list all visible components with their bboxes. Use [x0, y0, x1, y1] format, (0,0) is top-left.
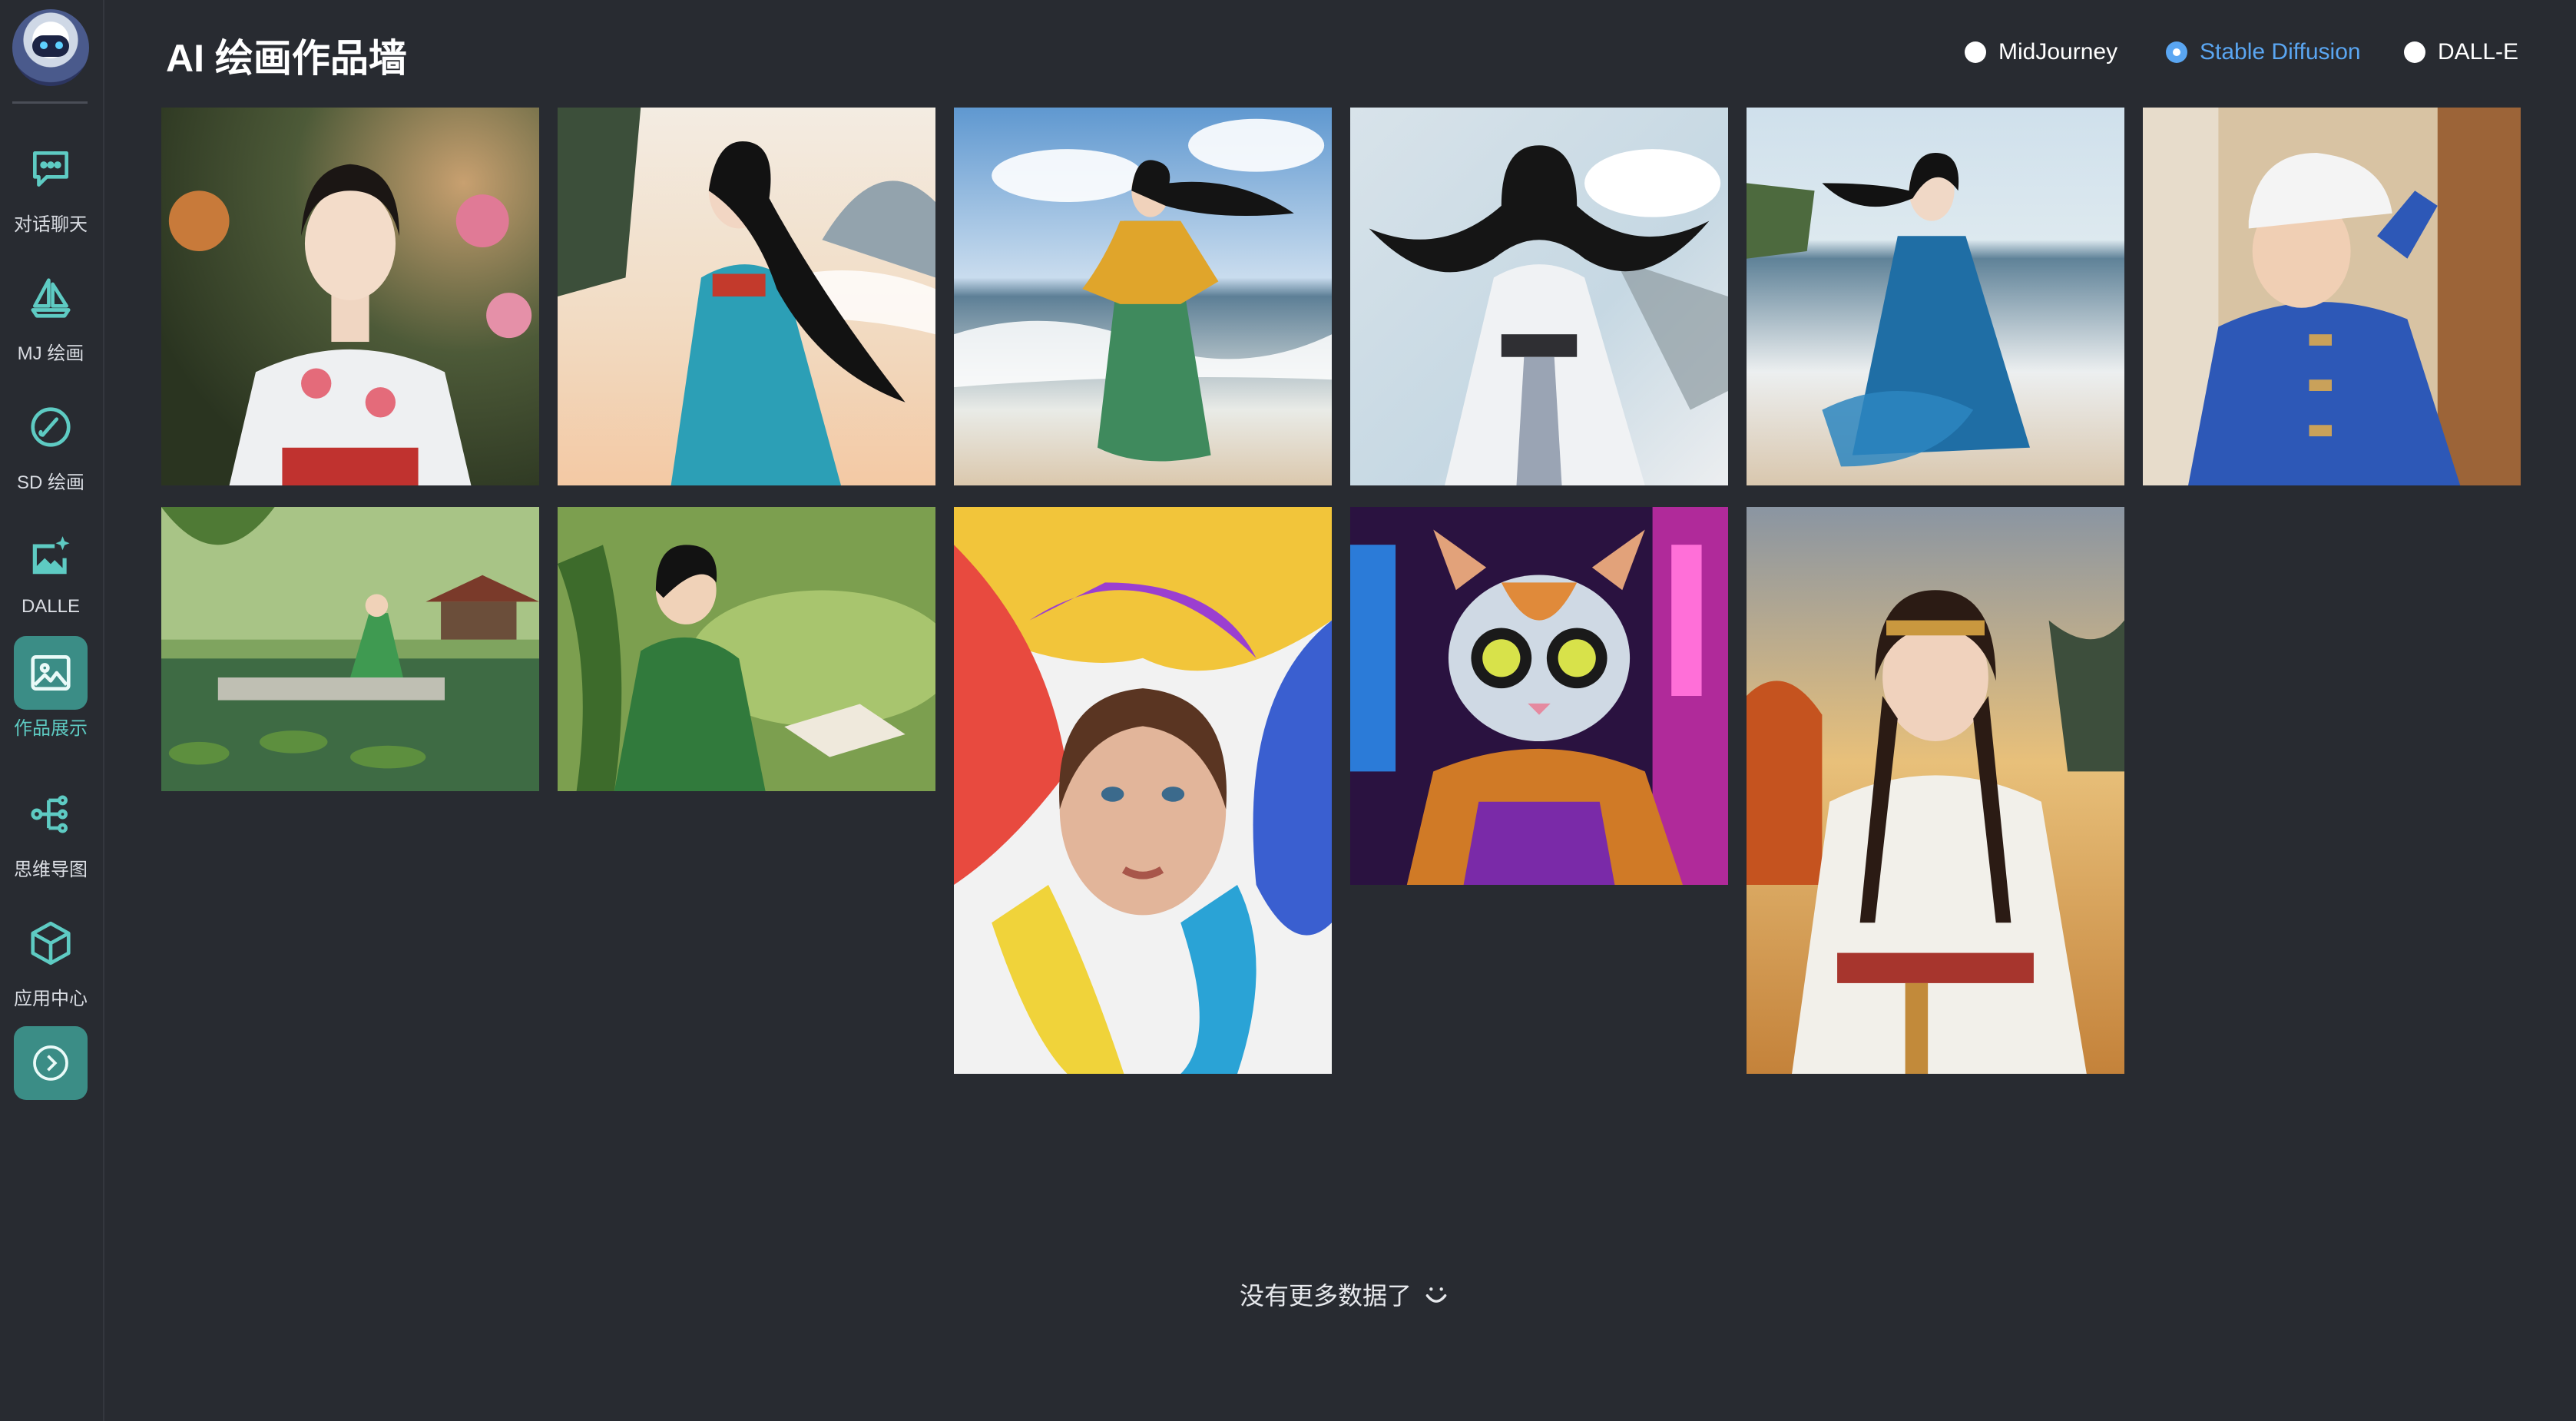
expand-sidebar-button[interactable]	[14, 1026, 88, 1100]
radio-midjourney[interactable]: MidJourney	[1965, 34, 2117, 71]
end-text: 没有更多数据了	[1240, 1282, 1412, 1310]
gallery-image[interactable]	[954, 507, 1332, 1074]
gallery-image[interactable]	[1350, 108, 1728, 485]
gallery-image[interactable]	[161, 108, 539, 485]
mindmap-icon	[14, 777, 88, 851]
sidebar-item-label: 对话聊天	[14, 214, 88, 235]
sidebar-divider	[12, 101, 88, 104]
gallery-image[interactable]	[1747, 507, 2124, 1074]
sidebar-item-label: 应用中心	[14, 989, 88, 1009]
gallery-image[interactable]	[2143, 108, 2521, 485]
picture-icon	[14, 636, 88, 710]
radio-label: MidJourney	[1998, 39, 2118, 65]
sidebar-item-gallery[interactable]: 作品展示	[0, 636, 101, 751]
sidebar-item-label: 作品展示	[14, 718, 88, 739]
gallery-image[interactable]	[161, 507, 539, 791]
sidebar-item-dalle[interactable]: DALLE	[0, 519, 101, 634]
sailboat-icon	[14, 261, 88, 335]
radio-circle	[1965, 41, 1986, 63]
cube-icon	[14, 906, 88, 980]
radio-label: DALL-E	[2438, 39, 2519, 65]
sidebar-item-label: MJ 绘画	[17, 343, 84, 364]
sidebar-item-apps[interactable]: 应用中心	[0, 906, 101, 1022]
radio-label: Stable Diffusion	[2200, 39, 2361, 65]
radio-stable-diffusion[interactable]: Stable Diffusion	[2166, 34, 2361, 71]
radio-dall-e[interactable]: DALL-E	[2404, 34, 2518, 71]
radio-circle	[2166, 41, 2187, 63]
brush-icon	[14, 390, 88, 464]
gallery-image[interactable]	[558, 108, 935, 485]
gallery-image[interactable]	[558, 507, 935, 791]
chevron-right-circle-icon	[33, 1045, 68, 1081]
sidebar-item-chat[interactable]: 对话聊天	[0, 132, 101, 247]
chat-bubble-icon	[14, 132, 88, 206]
sidebar-item-mindmap[interactable]: 思维导图	[0, 777, 101, 893]
sidebar-item-label: 思维导图	[14, 860, 88, 880]
sidebar-item-mj[interactable]: MJ 绘画	[0, 261, 101, 376]
gallery-image[interactable]	[1350, 507, 1728, 885]
image-sparkle-icon	[14, 519, 88, 593]
model-filter: MidJourney Stable Diffusion DALL-E	[0, 34, 2576, 71]
gallery-image[interactable]	[1747, 108, 2124, 485]
sidebar-item-sd[interactable]: SD 绘画	[0, 390, 101, 505]
gallery-image[interactable]	[954, 108, 1332, 485]
no-more-data-message: 没有更多数据了	[1240, 1277, 1452, 1312]
smile-icon	[1425, 1287, 1447, 1303]
sidebar: 对话聊天 MJ 绘画 SD 绘画 DALLE 作品展示 思维导图 应用中心	[0, 0, 104, 1421]
radio-circle	[2404, 41, 2425, 63]
sidebar-item-label: SD 绘画	[16, 472, 84, 493]
sidebar-item-label: DALLE	[21, 596, 81, 617]
